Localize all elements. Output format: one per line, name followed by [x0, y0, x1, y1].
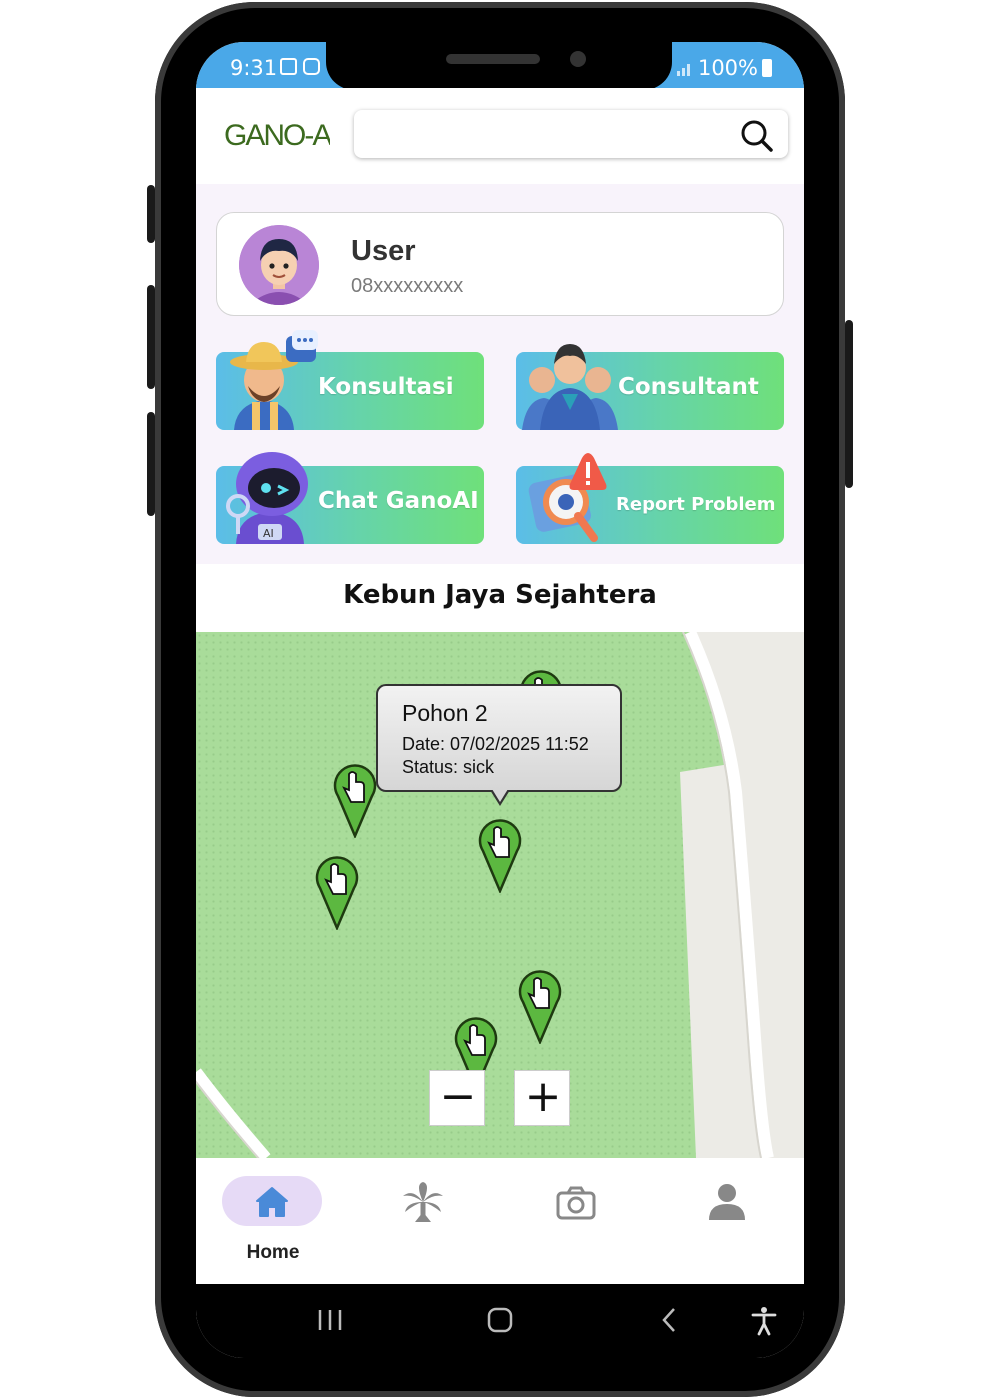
user-phone: 08xxxxxxxxx	[351, 275, 464, 297]
consultant-team-icon	[522, 344, 618, 430]
battery-percent: 100%	[697, 56, 758, 80]
notification-icons	[280, 58, 320, 75]
gallery-notification-icon	[280, 58, 297, 75]
zoom-out-label: −	[439, 1071, 477, 1122]
consultant-label: Consultant	[618, 374, 759, 400]
back-icon[interactable]	[656, 1306, 684, 1334]
report-problem-label: Report Problem	[616, 494, 776, 515]
system-navigation-bar	[196, 1284, 804, 1358]
phone-volume-up-button	[147, 285, 155, 389]
consultant-button[interactable]: Consultant	[516, 344, 784, 430]
farm-map[interactable]: Pohon 2 Date: 07/02/2025 11:52 Status: s…	[196, 632, 804, 1158]
svg-text:AI: AI	[263, 527, 274, 540]
palm-tree-icon	[403, 1182, 443, 1222]
tree-info-popup: Pohon 2 Date: 07/02/2025 11:52 Status: s…	[376, 684, 622, 806]
zoom-in-button[interactable]: +	[514, 1070, 570, 1126]
popup-status: Status: sick	[402, 757, 495, 777]
search-icon[interactable]	[740, 119, 774, 153]
instagram-notification-icon	[303, 58, 320, 75]
profile-icon	[709, 1184, 745, 1220]
report-problem-button[interactable]: Report Problem	[516, 453, 784, 544]
app-header: GANO-Ai	[196, 88, 804, 184]
popup-date: Date: 07/02/2025 11:52	[402, 734, 589, 754]
farmer-icon	[230, 330, 318, 430]
zoom-in-label: +	[524, 1071, 562, 1122]
home-system-icon[interactable]	[486, 1306, 514, 1334]
svg-text:GANO-Ai: GANO-Ai	[224, 119, 330, 152]
search-input[interactable]	[370, 122, 730, 146]
tree-marker-selected[interactable]	[477, 817, 523, 893]
konsultasi-label: Konsultasi	[318, 374, 454, 400]
nav-profile[interactable]	[673, 1176, 783, 1276]
user-profile-card[interactable]: User 08xxxxxxxxx	[216, 212, 784, 316]
user-name: User	[351, 235, 416, 267]
signal-icon	[676, 64, 690, 76]
tree-marker[interactable]	[314, 854, 360, 930]
phone-volume-down-button	[147, 412, 155, 516]
nav-camera[interactable]	[521, 1176, 631, 1276]
chat-ganoai-button[interactable]: AI Chat GanoAI	[216, 452, 484, 544]
nav-trees[interactable]	[368, 1176, 478, 1276]
app-screen: 9:31 100% GANO-Ai User 08xxxxxxxxx Konsu…	[196, 42, 804, 1358]
robot-icon: AI	[226, 452, 308, 544]
chat-ganoai-label: Chat GanoAI	[318, 488, 479, 514]
speaker-grille	[446, 54, 540, 64]
camera-icon	[556, 1186, 596, 1220]
search-bar[interactable]	[354, 110, 788, 158]
nav-home[interactable]: Home	[218, 1176, 328, 1276]
bottom-navigation: Home	[196, 1158, 804, 1284]
battery-icon	[762, 59, 772, 77]
farm-name-title: Kebun Jaya Sejahtera	[343, 580, 657, 610]
camera-notch	[326, 42, 672, 90]
accessibility-icon[interactable]	[750, 1306, 778, 1336]
zoom-out-button[interactable]: −	[429, 1070, 485, 1126]
konsultasi-button[interactable]: Konsultasi	[216, 330, 484, 430]
status-time: 9:31	[230, 56, 278, 80]
nav-home-label: Home	[246, 1242, 300, 1263]
tree-marker[interactable]	[517, 968, 563, 1044]
battery-status: 100%	[676, 56, 772, 80]
report-problem-icon	[528, 453, 607, 542]
home-icon	[256, 1187, 288, 1217]
gano-ai-logo: GANO-Ai	[224, 119, 330, 152]
phone-side-button	[147, 185, 155, 243]
popup-pointer-fill	[492, 789, 508, 802]
recent-apps-icon[interactable]	[316, 1306, 344, 1334]
popup-tree-name: Pohon 2	[402, 700, 488, 726]
tree-marker[interactable]	[332, 762, 378, 838]
user-avatar	[239, 225, 319, 305]
front-camera	[570, 51, 586, 67]
phone-power-button	[845, 320, 853, 488]
